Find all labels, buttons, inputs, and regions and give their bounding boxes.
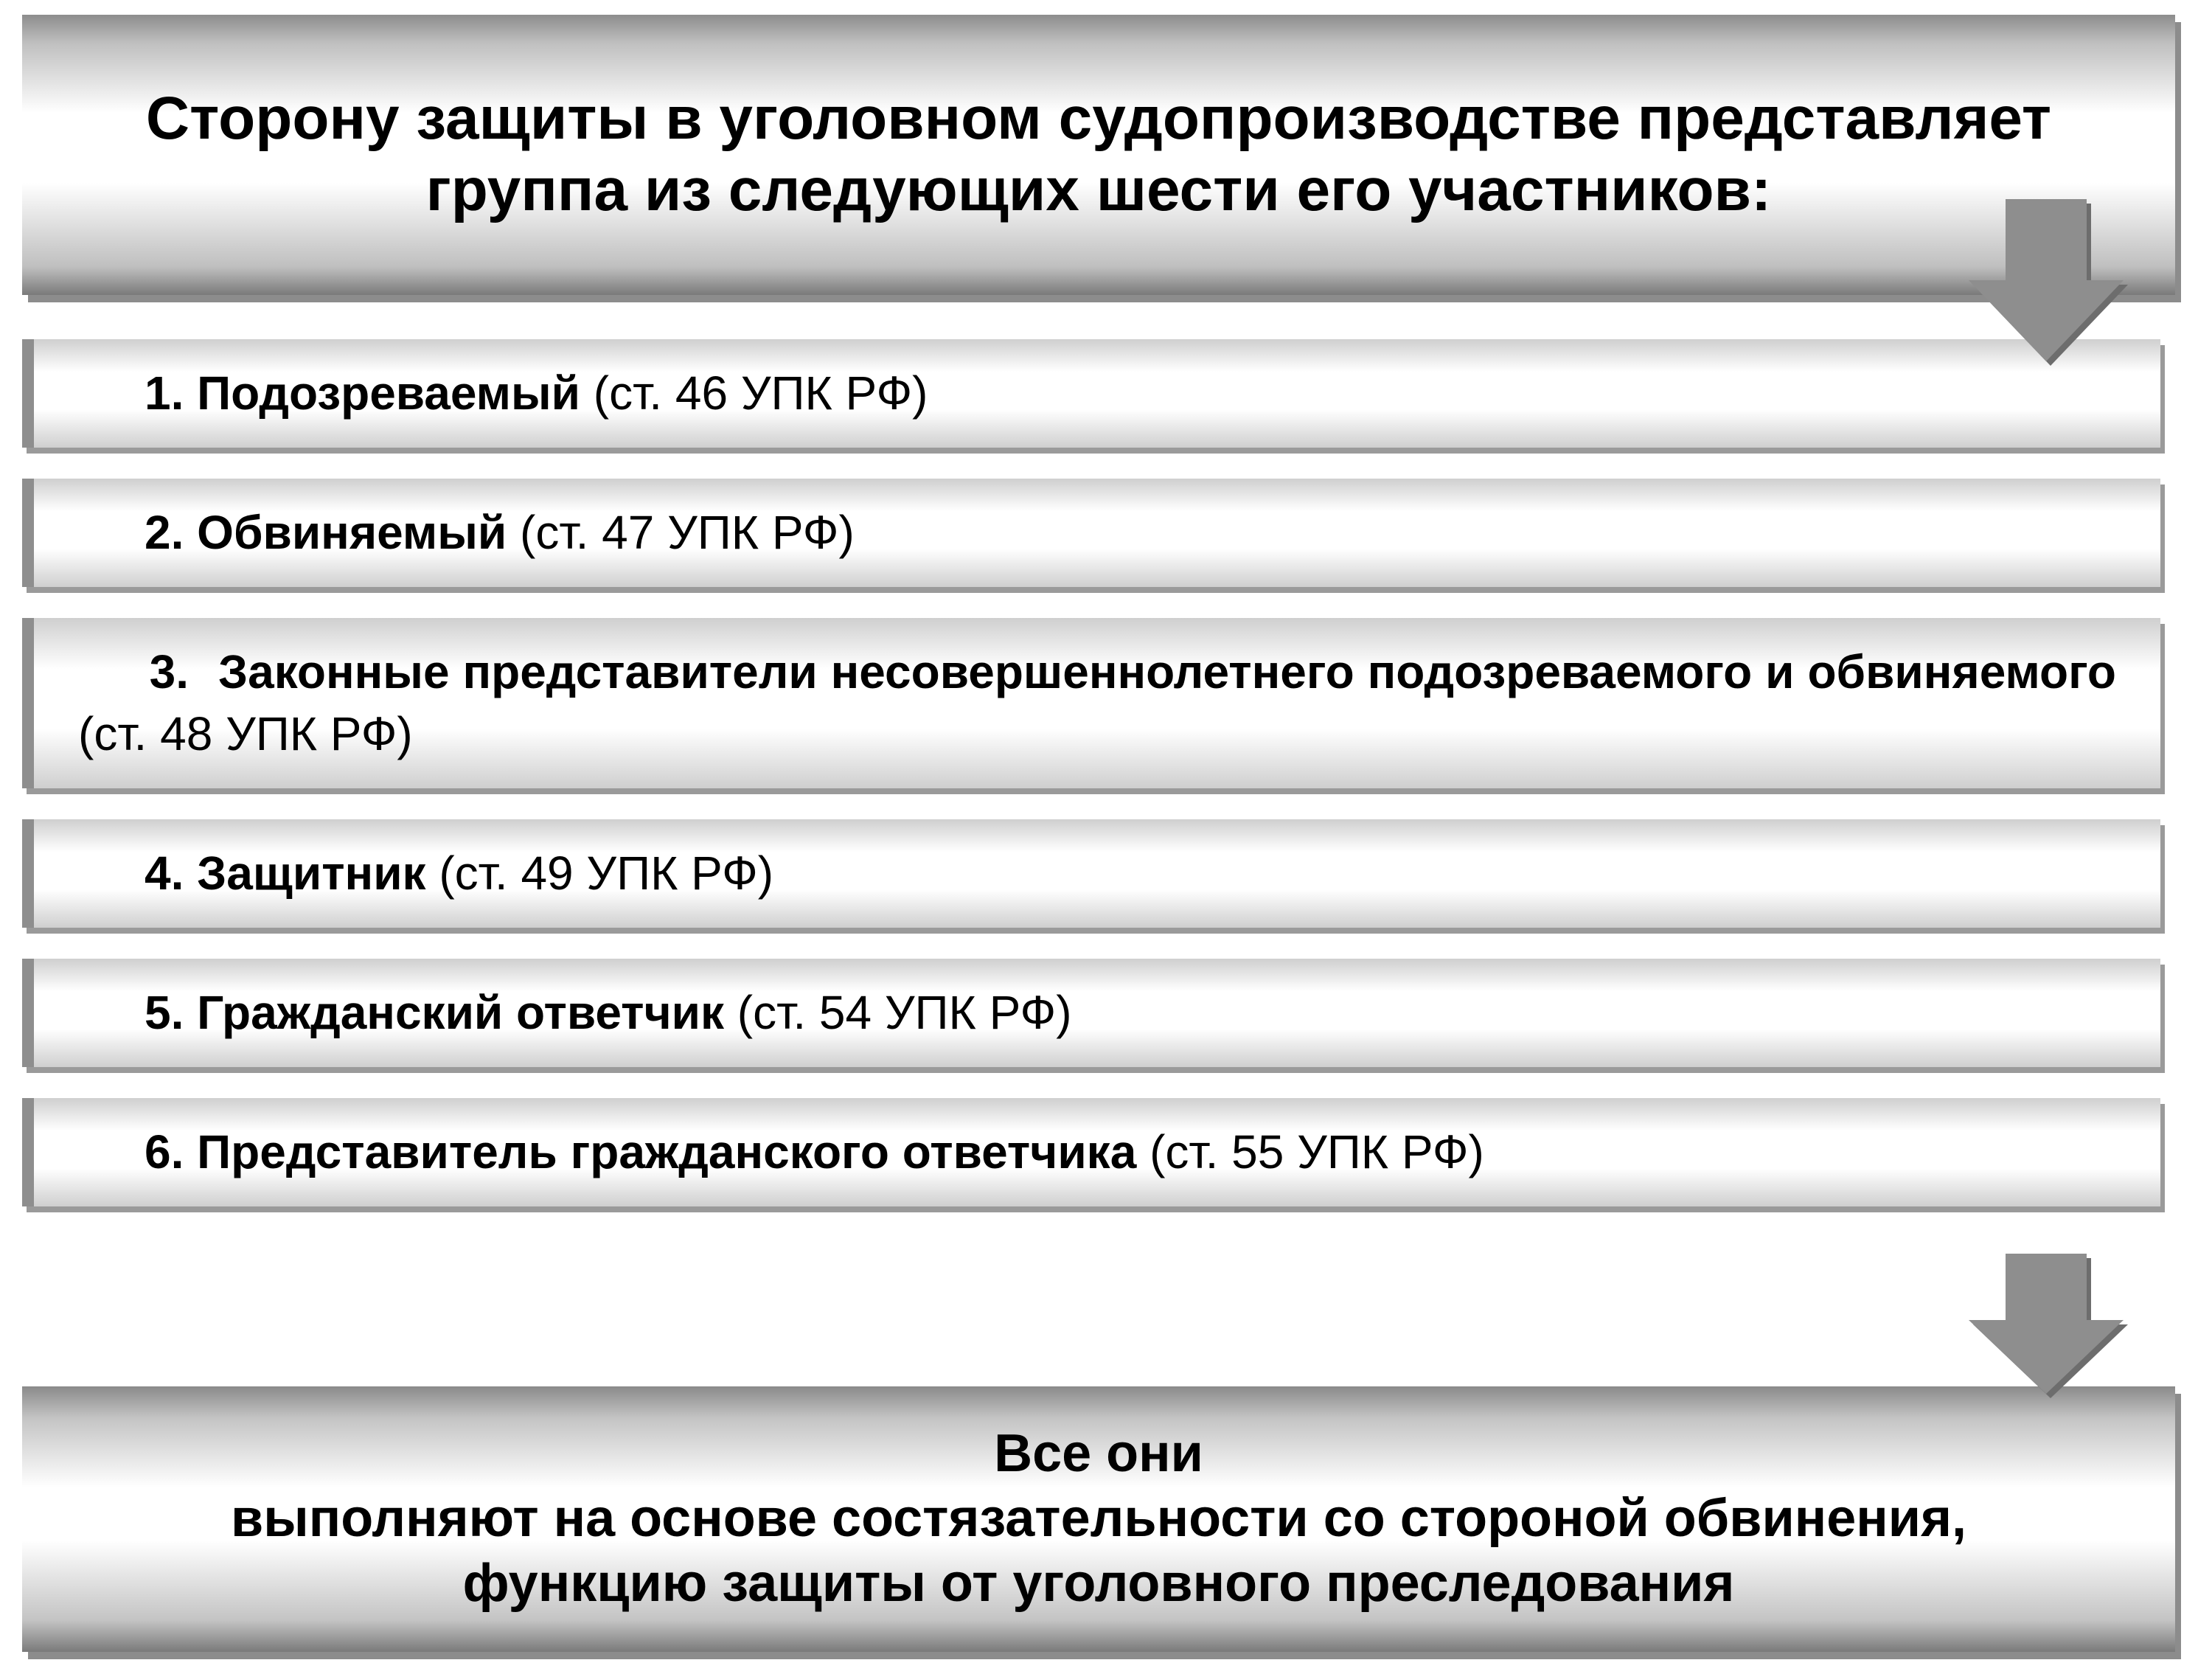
arrow-down-icon (1969, 199, 2124, 369)
footer-rest: выполняют на основе состязательности со … (231, 1489, 1966, 1613)
footer-banner: Все они выполняют на основе состязательн… (22, 1386, 2175, 1652)
item-reference: (ст. 48 УПК РФ) (78, 707, 413, 760)
item-reference: (ст. 54 УПК РФ) (724, 986, 1072, 1039)
item-number: 1. (145, 367, 197, 420)
participants-list: 1. Подозреваемый (ст. 46 УПК РФ) 2. Обвин… (22, 339, 2190, 1206)
slide: Сторону защиты в уголовном судопроизводс… (0, 15, 2212, 1674)
list-item: 2. Обвиняемый (ст. 47 УПК РФ) (22, 479, 2160, 587)
item-title: Подозреваемый (197, 367, 580, 420)
item-title: Гражданский ответчик (197, 986, 724, 1039)
item-number: 2. (145, 506, 197, 559)
header-banner: Сторону защиты в уголовном судопроизводс… (22, 15, 2175, 295)
footer-lead: Все они (994, 1424, 1203, 1483)
item-title: Представитель гражданского ответчика (197, 1125, 1136, 1178)
item-reference: (ст. 46 УПК РФ) (580, 367, 928, 420)
header-wrap: Сторону защиты в уголовном судопроизводс… (22, 15, 2190, 295)
list-item: 3. Законные представители несовершенноле… (22, 618, 2160, 788)
item-title: Обвиняемый (197, 506, 507, 559)
item-title: Защитник (197, 847, 425, 900)
item-reference: (ст. 49 УПК РФ) (426, 847, 774, 900)
list-item: 1. Подозреваемый (ст. 46 УПК РФ) (22, 339, 2160, 448)
item-number: 5. (145, 986, 197, 1039)
list-item: 4. Защитник (ст. 49 УПК РФ) (22, 819, 2160, 928)
item-reference: (ст. 47 УПК РФ) (507, 506, 855, 559)
item-number: 6. (145, 1125, 197, 1178)
item-reference: (ст. 55 УПК РФ) (1136, 1125, 1484, 1178)
item-number: 4. (145, 847, 197, 900)
list-item: 6. Представитель гражданского ответчика … (22, 1098, 2160, 1206)
slide-title: Сторону защиты в уголовном судопроизводс… (22, 83, 2175, 226)
item-number: 3. (78, 642, 218, 703)
footer-text: Все они выполняют на основе состязательн… (22, 1422, 2175, 1616)
arrow-down-icon (1969, 1254, 2124, 1401)
list-item: 5. Гражданский ответчик (ст. 54 УПК РФ) (22, 959, 2160, 1067)
item-title: Законные представители несовершеннолетне… (218, 645, 2116, 698)
